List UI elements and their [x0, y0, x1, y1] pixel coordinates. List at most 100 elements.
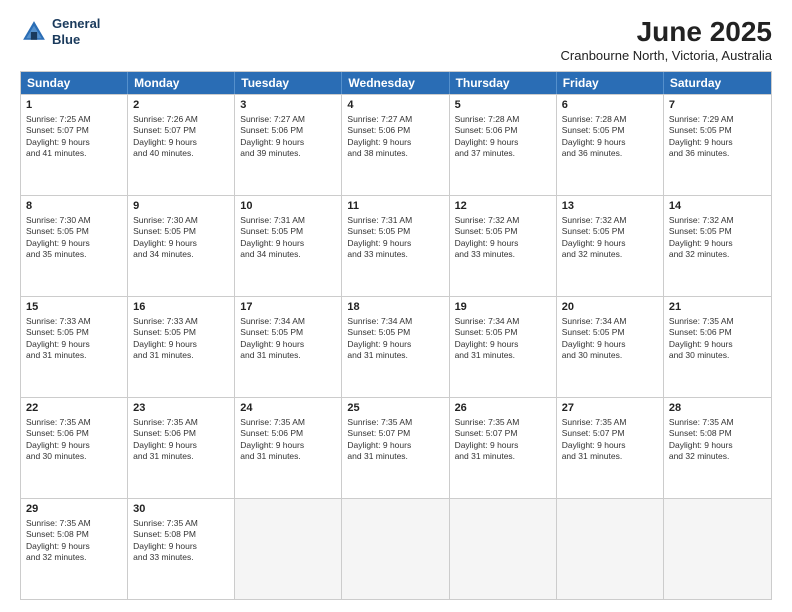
day-number: 13: [562, 199, 658, 214]
day-info: Sunrise: 7:34 AM Sunset: 5:05 PM Dayligh…: [240, 316, 305, 360]
calendar-header-cell: Friday: [557, 72, 664, 94]
logo-line2: Blue: [52, 32, 80, 47]
day-number: 8: [26, 199, 122, 214]
calendar-header-cell: Saturday: [664, 72, 771, 94]
calendar-cell: 14Sunrise: 7:32 AM Sunset: 5:05 PM Dayli…: [664, 196, 771, 296]
calendar-cell: 24Sunrise: 7:35 AM Sunset: 5:06 PM Dayli…: [235, 398, 342, 498]
calendar-row: 1Sunrise: 7:25 AM Sunset: 5:07 PM Daylig…: [21, 94, 771, 195]
logo-text: General Blue: [52, 16, 100, 47]
day-number: 10: [240, 199, 336, 214]
day-info: Sunrise: 7:27 AM Sunset: 5:06 PM Dayligh…: [240, 114, 305, 158]
day-number: 24: [240, 401, 336, 416]
day-number: 17: [240, 300, 336, 315]
page: General Blue June 2025 Cranbourne North,…: [0, 0, 792, 612]
month-title: June 2025: [561, 16, 772, 48]
calendar-body: 1Sunrise: 7:25 AM Sunset: 5:07 PM Daylig…: [21, 94, 771, 599]
calendar-cell: 20Sunrise: 7:34 AM Sunset: 5:05 PM Dayli…: [557, 297, 664, 397]
day-number: 26: [455, 401, 551, 416]
day-number: 7: [669, 98, 766, 113]
day-number: 3: [240, 98, 336, 113]
calendar-cell: 19Sunrise: 7:34 AM Sunset: 5:05 PM Dayli…: [450, 297, 557, 397]
calendar-cell: 4Sunrise: 7:27 AM Sunset: 5:06 PM Daylig…: [342, 95, 449, 195]
calendar-cell: 29Sunrise: 7:35 AM Sunset: 5:08 PM Dayli…: [21, 499, 128, 599]
header: General Blue June 2025 Cranbourne North,…: [20, 16, 772, 63]
day-number: 18: [347, 300, 443, 315]
day-info: Sunrise: 7:35 AM Sunset: 5:07 PM Dayligh…: [562, 417, 627, 461]
day-number: 28: [669, 401, 766, 416]
calendar-cell: [235, 499, 342, 599]
calendar-cell: 11Sunrise: 7:31 AM Sunset: 5:05 PM Dayli…: [342, 196, 449, 296]
day-info: Sunrise: 7:35 AM Sunset: 5:08 PM Dayligh…: [133, 518, 198, 562]
day-number: 14: [669, 199, 766, 214]
calendar-cell: 6Sunrise: 7:28 AM Sunset: 5:05 PM Daylig…: [557, 95, 664, 195]
day-info: Sunrise: 7:25 AM Sunset: 5:07 PM Dayligh…: [26, 114, 91, 158]
calendar-cell: 12Sunrise: 7:32 AM Sunset: 5:05 PM Dayli…: [450, 196, 557, 296]
calendar-row: 8 Sunrise: 7:30 AM Sunset: 5:05 PM Daylig…: [21, 195, 771, 296]
calendar-cell: 5Sunrise: 7:28 AM Sunset: 5:06 PM Daylig…: [450, 95, 557, 195]
day-number: 2: [133, 98, 229, 113]
day-info: Sunrise: 7:28 AM Sunset: 5:06 PM Dayligh…: [455, 114, 520, 158]
calendar-cell: 10Sunrise: 7:31 AM Sunset: 5:05 PM Dayli…: [235, 196, 342, 296]
day-info: Sunrise: 7:29 AM Sunset: 5:05 PM Dayligh…: [669, 114, 734, 158]
title-block: June 2025 Cranbourne North, Victoria, Au…: [561, 16, 772, 63]
calendar-header-cell: Monday: [128, 72, 235, 94]
day-info: Sunrise: 7:35 AM Sunset: 5:06 PM Dayligh…: [669, 316, 734, 360]
day-info: Sunrise: 7:31 AM Sunset: 5:05 PM Dayligh…: [347, 215, 412, 259]
logo: General Blue: [20, 16, 100, 47]
calendar-cell: 28Sunrise: 7:35 AM Sunset: 5:08 PM Dayli…: [664, 398, 771, 498]
day-number: 12: [455, 199, 551, 214]
logo-icon: [20, 18, 48, 46]
day-info: Sunrise: 7:26 AM Sunset: 5:07 PM Dayligh…: [133, 114, 198, 158]
calendar-cell: 16Sunrise: 7:33 AM Sunset: 5:05 PM Dayli…: [128, 297, 235, 397]
day-info: Sunrise: 7:35 AM Sunset: 5:06 PM Dayligh…: [26, 417, 91, 461]
calendar-cell: [450, 499, 557, 599]
day-info: Sunrise: 7:35 AM Sunset: 5:06 PM Dayligh…: [240, 417, 305, 461]
calendar-cell: 15Sunrise: 7:33 AM Sunset: 5:05 PM Dayli…: [21, 297, 128, 397]
day-info: Sunrise: 7:33 AM Sunset: 5:05 PM Dayligh…: [26, 316, 91, 360]
day-number: 9: [133, 199, 229, 214]
day-number: 25: [347, 401, 443, 416]
day-info: Sunrise: 7:28 AM Sunset: 5:05 PM Dayligh…: [562, 114, 627, 158]
calendar-cell: 30Sunrise: 7:35 AM Sunset: 5:08 PM Dayli…: [128, 499, 235, 599]
calendar-cell: 21Sunrise: 7:35 AM Sunset: 5:06 PM Dayli…: [664, 297, 771, 397]
calendar-cell: 9Sunrise: 7:30 AM Sunset: 5:05 PM Daylig…: [128, 196, 235, 296]
day-number: 4: [347, 98, 443, 113]
day-number: 27: [562, 401, 658, 416]
day-info: Sunrise: 7:34 AM Sunset: 5:05 PM Dayligh…: [347, 316, 412, 360]
day-info: Sunrise: 7:35 AM Sunset: 5:07 PM Dayligh…: [455, 417, 520, 461]
day-number: 22: [26, 401, 122, 416]
day-number: 30: [133, 502, 229, 517]
day-info: Sunrise: 7:32 AM Sunset: 5:05 PM Dayligh…: [562, 215, 627, 259]
day-number: 11: [347, 199, 443, 214]
day-info: Sunrise: 7:34 AM Sunset: 5:05 PM Dayligh…: [562, 316, 627, 360]
day-info: Sunrise: 7:33 AM Sunset: 5:05 PM Dayligh…: [133, 316, 198, 360]
day-number: 16: [133, 300, 229, 315]
calendar-header-cell: Tuesday: [235, 72, 342, 94]
calendar-cell: 26Sunrise: 7:35 AM Sunset: 5:07 PM Dayli…: [450, 398, 557, 498]
day-info: Sunrise: 7:31 AM Sunset: 5:05 PM Dayligh…: [240, 215, 305, 259]
calendar-cell: 27Sunrise: 7:35 AM Sunset: 5:07 PM Dayli…: [557, 398, 664, 498]
day-info: Sunrise: 7:30 AM Sunset: 5:05 PM Dayligh…: [133, 215, 198, 259]
day-number: 5: [455, 98, 551, 113]
calendar-cell: 13Sunrise: 7:32 AM Sunset: 5:05 PM Dayli…: [557, 196, 664, 296]
day-number: 29: [26, 502, 122, 517]
calendar-header: SundayMondayTuesdayWednesdayThursdayFrid…: [21, 72, 771, 94]
calendar-cell: 8Sunrise: 7:30 AM Sunset: 5:05 PM Daylig…: [21, 196, 128, 296]
day-info: Sunrise: 7:35 AM Sunset: 5:08 PM Dayligh…: [669, 417, 734, 461]
calendar-header-cell: Thursday: [450, 72, 557, 94]
day-info: Sunrise: 7:27 AM Sunset: 5:06 PM Dayligh…: [347, 114, 412, 158]
day-info: Sunrise: 7:35 AM Sunset: 5:06 PM Dayligh…: [133, 417, 198, 461]
day-number: 15: [26, 300, 122, 315]
calendar-cell: 18Sunrise: 7:34 AM Sunset: 5:05 PM Dayli…: [342, 297, 449, 397]
day-info: Sunrise: 7:32 AM Sunset: 5:05 PM Dayligh…: [669, 215, 734, 259]
calendar-cell: 17Sunrise: 7:34 AM Sunset: 5:05 PM Dayli…: [235, 297, 342, 397]
day-info: Sunrise: 7:34 AM Sunset: 5:05 PM Dayligh…: [455, 316, 520, 360]
calendar: SundayMondayTuesdayWednesdayThursdayFrid…: [20, 71, 772, 600]
day-number: 21: [669, 300, 766, 315]
day-info: Sunrise: 7:32 AM Sunset: 5:05 PM Dayligh…: [455, 215, 520, 259]
day-number: 6: [562, 98, 658, 113]
calendar-header-cell: Sunday: [21, 72, 128, 94]
day-number: 19: [455, 300, 551, 315]
calendar-cell: 7Sunrise: 7:29 AM Sunset: 5:05 PM Daylig…: [664, 95, 771, 195]
calendar-row: 29 Sunrise: 7:35 AM Sunset: 5:08 PM Dayli…: [21, 498, 771, 599]
